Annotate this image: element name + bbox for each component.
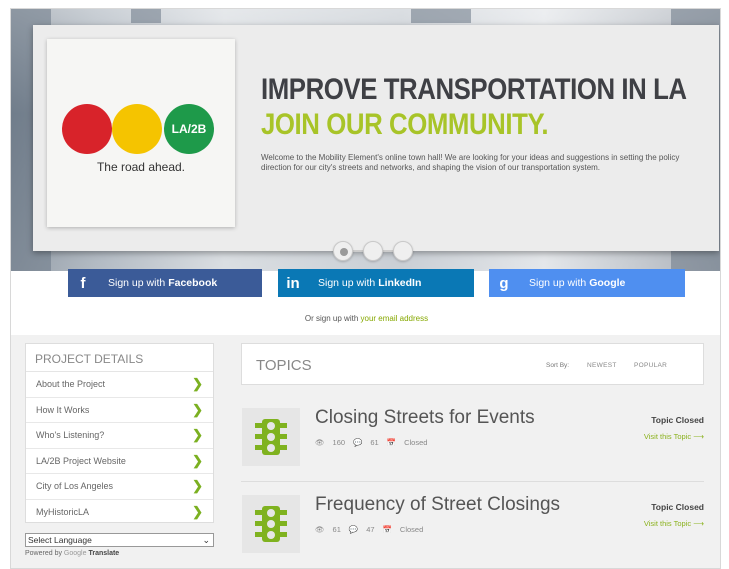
chevron-right-icon: ❯ <box>192 504 203 520</box>
sort-by-label: Sort By: <box>546 362 570 369</box>
chevron-right-icon: ❯ <box>192 478 203 494</box>
calendar-icon: 📅 <box>386 438 397 447</box>
topic-status: Closed <box>404 438 428 447</box>
chevron-down-icon: ⌄ <box>202 535 210 545</box>
comments-count: 47 <box>366 525 375 534</box>
signup-facebook-button[interactable]: f Sign up with Facebook <box>68 269 262 297</box>
hero-body-text: Welcome to the Mobility Element's online… <box>261 153 680 172</box>
visit-topic-link[interactable]: Visit this Topic ⟶ <box>644 432 704 441</box>
logo-yellow-dot <box>112 104 162 154</box>
carousel-dot-3[interactable] <box>393 241 413 261</box>
sidebar-item-how-it-works[interactable]: How It Works ❯ <box>26 398 213 423</box>
topic-title[interactable]: Closing Streets for Events <box>315 407 535 429</box>
views-count: 61 <box>332 525 341 534</box>
hero-title-line2: JOIN OUR COMMUNITY. <box>261 108 549 141</box>
google-icon: g <box>499 274 509 292</box>
carousel-dot-1[interactable] <box>333 241 353 261</box>
carousel-dot-2[interactable] <box>363 241 383 261</box>
sidebar-item-about[interactable]: About the Project ❯ <box>26 372 213 398</box>
logo-green-dot: LA/2B <box>164 104 214 154</box>
carousel-pager <box>333 241 423 265</box>
email-signup-line: Or sign up with your email address <box>304 314 429 323</box>
arrow-right-icon: ⟶ <box>693 432 704 441</box>
topic-meta: 👁 160 💬 61 📅 Closed <box>315 438 427 447</box>
chevron-right-icon: ❯ <box>192 427 203 443</box>
signup-linkedin-button[interactable]: in Sign up with LinkedIn <box>278 269 474 297</box>
traffic-light-icon <box>242 408 300 466</box>
views-icon: 👁 <box>315 525 325 534</box>
comments-icon: 💬 <box>353 438 363 447</box>
topics-header: TOPICS Sort By: NEWEST POPULAR <box>241 343 704 385</box>
topic-closed-badge: Topic Closed <box>651 502 704 512</box>
sidebar-item-project-website[interactable]: LA/2B Project Website ❯ <box>26 449 213 474</box>
signup-google-button[interactable]: g Sign up with Google <box>489 269 685 297</box>
topic-status: Closed <box>399 525 424 534</box>
comments-icon: 💬 <box>348 525 359 534</box>
email-signup-link[interactable]: your email address <box>361 314 429 323</box>
logo-red-dot <box>62 104 112 154</box>
project-details-heading: PROJECT DETAILS <box>26 344 213 372</box>
chevron-right-icon: ❯ <box>192 401 203 417</box>
comments-count: 61 <box>370 438 379 447</box>
sort-newest-link[interactable]: NEWEST <box>587 362 617 369</box>
topic-meta: 👁 61 💬 47 📅 Closed <box>315 525 423 534</box>
chevron-right-icon: ❯ <box>192 376 203 392</box>
chevron-right-icon: ❯ <box>192 452 203 468</box>
arrow-right-icon: ⟶ <box>693 519 704 528</box>
facebook-icon: f <box>80 274 86 292</box>
topic-title[interactable]: Frequency of Street Closings <box>315 494 560 516</box>
la2b-logo: LA/2B The road ahead. <box>47 39 235 227</box>
topic-item[interactable]: Frequency of Street Closings 👁 61 💬 47 📅… <box>241 490 704 568</box>
topic-closed-badge: Topic Closed <box>651 415 704 425</box>
sidebar-item-myhistoricla[interactable]: MyHistoricLA ❯ <box>26 500 213 526</box>
hero-title-line1: IMPROVE TRANSPORTATION IN LA <box>261 73 687 106</box>
logo-tagline: The road ahead. <box>96 160 186 174</box>
sort-popular-link[interactable]: POPULAR <box>634 362 667 369</box>
visit-topic-link[interactable]: Visit this Topic ⟶ <box>644 519 704 528</box>
hero-card: LA/2B The road ahead. IMPROVE TRANSPORTA… <box>33 25 719 251</box>
language-select[interactable]: Select Language ⌄ <box>25 533 214 547</box>
traffic-light-icon <box>242 495 300 553</box>
calendar-icon: 📅 <box>382 525 392 534</box>
views-count: 160 <box>332 438 346 447</box>
linkedin-icon: in <box>286 274 300 292</box>
views-icon: 👁 <box>315 438 325 447</box>
topic-item[interactable]: Closing Streets for Events 👁 160 💬 61 📅 … <box>241 403 704 481</box>
sidebar-item-whos-listening[interactable]: Who's Listening? ❯ <box>26 423 213 449</box>
topic-divider <box>241 481 704 482</box>
sidebar-item-city-of-la[interactable]: City of Los Angeles ❯ <box>26 474 213 500</box>
topics-heading: TOPICS <box>256 357 312 374</box>
project-details-panel: PROJECT DETAILS About the Project ❯ How … <box>25 343 214 523</box>
powered-by-google-translate: Powered by Google Translate <box>25 550 120 557</box>
